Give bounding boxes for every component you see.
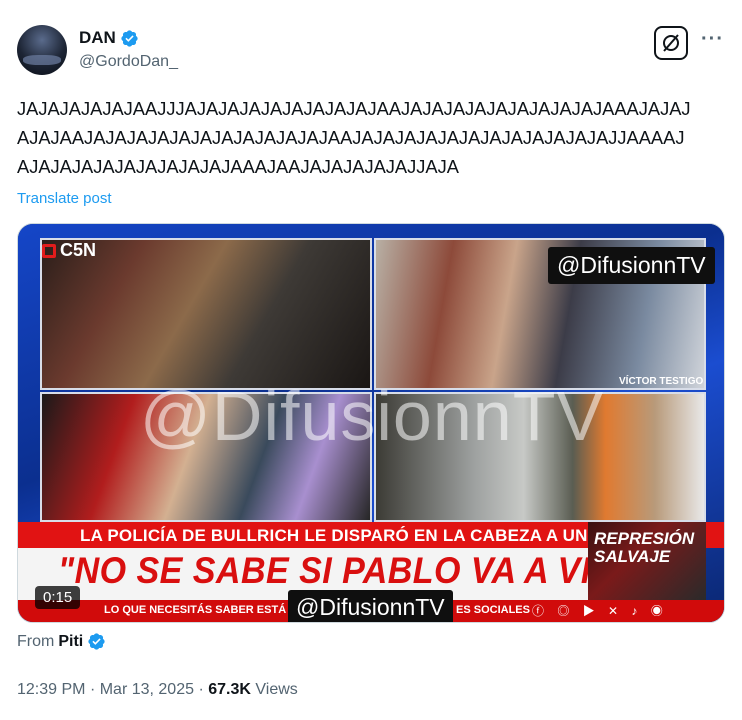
author-name-row[interactable]: DAN	[79, 28, 139, 48]
author-display-name[interactable]: DAN	[79, 28, 116, 48]
watermark-overlay: @DifusionnTV	[139, 377, 605, 455]
tweet-text-line: AJAJAAJAJAJAJAJAJAJAJAJAJAJAJAAJAJAJAJAJ…	[17, 127, 685, 148]
views-label: Views	[255, 681, 298, 698]
avatar[interactable]	[17, 25, 67, 75]
watermark-top: @DifusionnTV	[548, 247, 715, 284]
tweet-date[interactable]: Mar 13, 2025	[100, 681, 194, 698]
channel-logo-text: C5N	[60, 240, 97, 260]
translate-post-link[interactable]: Translate post	[17, 190, 112, 207]
witness-caption: VÍCTOR TESTIGO	[619, 376, 704, 387]
verified-badge-icon	[88, 633, 105, 650]
headline: "NO SE SABE SI PABLO VA A VIVIR"	[58, 550, 666, 591]
source-name[interactable]: Piti	[58, 633, 83, 651]
tweet-header: DAN @GordoDan_ ···	[17, 22, 725, 78]
video-duration: 0:15	[35, 586, 81, 609]
source-attribution: From Piti	[17, 632, 106, 651]
meta-separator: ·	[89, 681, 96, 698]
video-player[interactable]: C5N @DifusionnTV @DifusionnTV VÍCTOR TES…	[17, 223, 725, 623]
segment-title: REPRESIÓN SALVAJE	[594, 529, 695, 566]
meta-separator: ·	[198, 681, 204, 698]
tweet-meta: 12:39 PM · Mar 13, 2025 · 67.3K Views	[17, 681, 298, 699]
grok-icon	[663, 34, 679, 52]
channel-logo-icon	[42, 243, 56, 258]
ticker-text-left: LO QUE NECESITÁS SABER ESTÁ EN W	[104, 604, 318, 616]
tweet-text: JAJAJAJAJAJAAJJJAJAJAJAJAJAJAJAJAJAAJAJA…	[17, 94, 727, 181]
author-handle[interactable]: @GordoDan_	[79, 53, 178, 71]
social-icons: ⓕ ◎ ▶ ✕ ♪ ◉	[532, 604, 668, 618]
more-options-button[interactable]: ···	[701, 29, 725, 52]
tweet-text-line: AJAJAJAJAJAJAJAJAJAJAAAJAAJAJAJAJAJAJJAJ…	[17, 156, 459, 177]
tweet-time[interactable]: 12:39 PM	[17, 681, 85, 698]
tweet-text-line: JAJAJAJAJAJAAJJJAJAJAJAJAJAJAJAJAJAAJAJA…	[17, 98, 691, 119]
channel-logo: C5N	[42, 240, 96, 261]
watermark-bottom: @DifusionnTV	[288, 590, 453, 622]
verified-badge-icon	[121, 29, 138, 47]
views-count: 67.3K	[208, 681, 251, 698]
grok-button[interactable]	[654, 26, 688, 60]
ticker-text-right: ES SOCIALES	[456, 604, 530, 616]
source-prefix: From	[17, 632, 55, 650]
